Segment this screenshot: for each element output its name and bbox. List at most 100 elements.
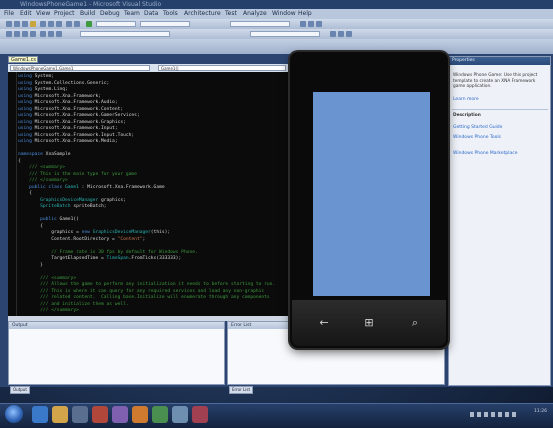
emulator-screen[interactable] (313, 92, 430, 296)
app-icon-maroon[interactable] (192, 406, 208, 423)
menu-architecture[interactable]: Architecture (184, 9, 221, 19)
type-navigation-combo[interactable]: WindowsPhoneGame1.Game1 (10, 65, 150, 71)
uncomment-icon[interactable] (30, 31, 36, 37)
code-line[interactable]: using System.Linq; (18, 87, 68, 93)
menu-window[interactable]: Window (272, 9, 296, 19)
phone-tools-link[interactable]: Windows Phone Tools (453, 135, 501, 141)
app-icon-orange[interactable] (132, 406, 148, 423)
code-line[interactable]: GraphicsDeviceManager graphics; (18, 198, 126, 204)
windows-start-orb-icon[interactable] (5, 405, 23, 423)
code-line[interactable]: { (18, 224, 43, 230)
code-line[interactable]: using Microsoft.Xna.Framework.Audio; (18, 100, 118, 106)
code-line[interactable]: using System; (18, 74, 54, 80)
copy-icon[interactable] (48, 21, 54, 27)
menu-help[interactable]: Help (298, 9, 312, 19)
emulator-taskbar-icon[interactable] (172, 406, 188, 423)
bookmark-icon[interactable] (40, 31, 46, 37)
code-line[interactable]: namespace XnaSample (18, 152, 71, 158)
code-line[interactable]: /// This is the main type for your game (18, 172, 137, 178)
code-line[interactable]: using Microsoft.Xna.Framework.Input; (18, 126, 118, 132)
tray-icon[interactable] (484, 412, 488, 417)
code-line[interactable]: { (18, 159, 21, 165)
marketplace-link[interactable]: Windows Phone Marketplace (453, 151, 517, 157)
code-line[interactable]: /// <summary> (18, 276, 76, 282)
target-combo[interactable] (250, 31, 320, 37)
code-line[interactable]: { (18, 191, 32, 197)
taskbar-clock[interactable]: 11:26 (534, 409, 547, 414)
code-line[interactable]: using System.Collections.Generic; (18, 81, 109, 87)
app-icon-green[interactable] (152, 406, 168, 423)
search-icon[interactable]: ⌕ (400, 311, 430, 335)
step-over-icon[interactable] (338, 31, 344, 37)
output-tab[interactable]: Output (10, 386, 30, 394)
media-player-icon[interactable] (72, 406, 88, 423)
code-line[interactable]: public Game1() (18, 217, 79, 223)
paste-icon[interactable] (56, 21, 62, 27)
code-line[interactable]: Content.RootDirectory = "Content"; (18, 237, 145, 243)
network-icon[interactable] (505, 412, 509, 417)
save-icon[interactable] (22, 21, 28, 27)
menu-edit[interactable]: Edit (20, 9, 32, 19)
tray-icon[interactable] (498, 412, 502, 417)
code-line[interactable]: /// <summary> (18, 165, 65, 171)
menu-build[interactable]: Build (80, 9, 95, 19)
solution-config-combo[interactable] (96, 21, 136, 27)
member-navigation-combo[interactable]: Game1() (158, 65, 286, 71)
visual-studio-icon[interactable] (112, 406, 128, 423)
indent-icon[interactable] (14, 31, 20, 37)
code-line[interactable]: SpriteBatch spriteBatch; (18, 204, 106, 210)
getting-started-link[interactable]: Getting Started Guide (453, 125, 502, 131)
save-all-icon[interactable] (30, 21, 36, 27)
back-icon[interactable]: ← (309, 311, 339, 335)
menu-analyze[interactable]: Analyze (243, 9, 267, 19)
menu-data[interactable]: Data (144, 9, 158, 19)
outdent-icon[interactable] (6, 31, 12, 37)
properties-icon[interactable] (308, 21, 314, 27)
undo-icon[interactable] (66, 21, 72, 27)
new-project-icon[interactable] (6, 21, 12, 27)
menu-file[interactable]: File (4, 9, 14, 19)
learn-more-link[interactable]: Learn more (453, 97, 479, 103)
code-line[interactable]: using Microsoft.Xna.Framework.Input.Touc… (18, 133, 134, 139)
comment-icon[interactable] (22, 31, 28, 37)
step-into-icon[interactable] (330, 31, 336, 37)
code-line[interactable]: /// This is where it can query for any r… (18, 289, 264, 295)
code-line[interactable]: using Microsoft.Xna.Framework.Media; (18, 139, 118, 145)
menu-tools[interactable]: Tools (163, 9, 178, 19)
file-explorer-icon[interactable] (52, 406, 68, 423)
code-line[interactable]: TargetElapsedTime = TimeSpan.FromTicks(3… (18, 256, 181, 262)
prev-bookmark-icon[interactable] (48, 31, 54, 37)
internet-explorer-icon[interactable] (32, 406, 48, 423)
code-line[interactable]: /// </summary> (18, 308, 79, 314)
menu-view[interactable]: View (36, 9, 50, 19)
code-line[interactable]: /// </summary> (18, 178, 68, 184)
error-list-tab[interactable]: Error List (229, 386, 254, 394)
code-line[interactable]: using Microsoft.Xna.Framework.Graphics; (18, 120, 126, 126)
code-line[interactable]: public class Game1 : Microsoft.Xna.Frame… (18, 185, 165, 191)
redo-icon[interactable] (74, 21, 80, 27)
code-line[interactable]: } (18, 263, 43, 269)
code-line[interactable]: /// related content. Calling base.Initia… (18, 295, 270, 301)
menu-project[interactable]: Project (54, 9, 75, 19)
menu-team[interactable]: Team (124, 9, 140, 19)
code-line[interactable]: using Microsoft.Xna.Framework.GamerServi… (18, 113, 140, 119)
code-line[interactable]: graphics = new GraphicsDeviceManager(thi… (18, 230, 170, 236)
tray-icon[interactable] (491, 412, 495, 417)
next-bookmark-icon[interactable] (56, 31, 62, 37)
document-tab[interactable]: Game1.cs (8, 56, 38, 63)
open-file-icon[interactable] (14, 21, 20, 27)
platform-combo[interactable] (140, 21, 190, 27)
code-editor[interactable]: using System; using System.Collections.Ge… (8, 72, 290, 316)
find-combo[interactable] (230, 21, 290, 27)
windows-start-icon[interactable]: ⊞ (354, 311, 384, 335)
code-line[interactable]: /// and initialize them as well. (18, 302, 129, 308)
tray-icon[interactable] (477, 412, 481, 417)
code-line[interactable]: /// Allows the game to perform any initi… (18, 282, 275, 288)
device-target-combo[interactable] (80, 31, 170, 37)
tray-icon[interactable] (470, 412, 474, 417)
solution-explorer-icon[interactable] (300, 21, 306, 27)
menu-test[interactable]: Test (225, 9, 237, 19)
app-icon-red[interactable] (92, 406, 108, 423)
volume-icon[interactable] (512, 412, 516, 417)
cut-icon[interactable] (40, 21, 46, 27)
